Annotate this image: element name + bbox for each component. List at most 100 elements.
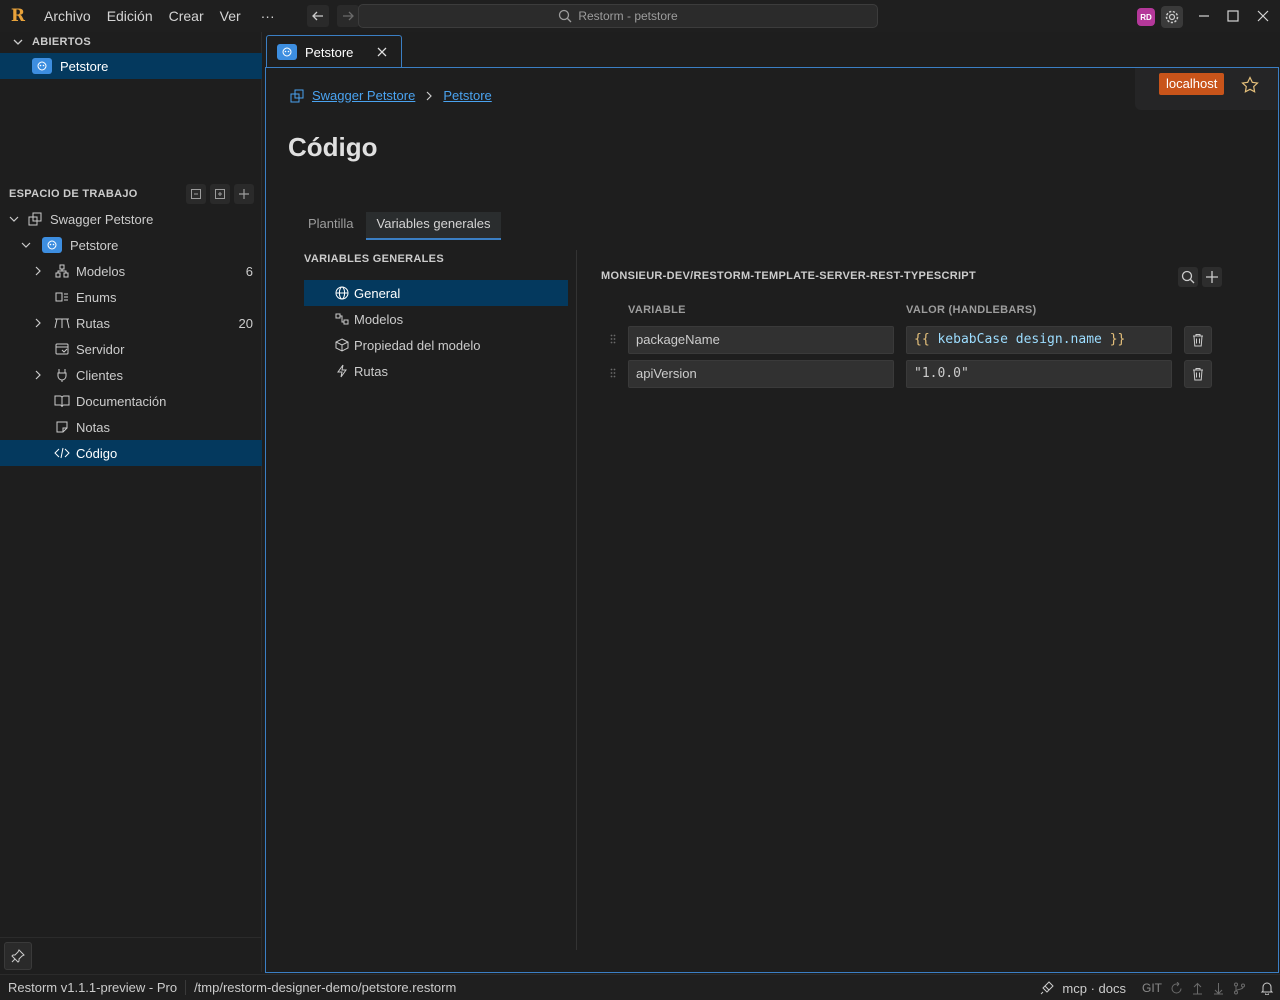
tree-item-rutas[interactable]: Rutas 20 [0,310,262,336]
drag-handle-icon[interactable] [610,368,616,378]
menu-ver[interactable]: Ver [212,0,249,32]
workspace-title: ESPACIO DE TRABAJO [9,188,138,200]
tree-label: Rutas [76,315,110,331]
environment-panel: localhost [1135,68,1278,110]
status-mcp-docs[interactable]: mcp · docs [1062,981,1126,996]
status-version: Restorm v1.1.1-preview - Pro [0,980,187,995]
collapse-all-icon [191,189,201,199]
environment-badge[interactable]: localhost [1159,73,1225,95]
variable-group-rutas[interactable]: Rutas [304,358,568,384]
add-variable-button[interactable] [1202,267,1222,287]
menu-edicion[interactable]: Edición [99,0,161,32]
variable-row: apiVersion "1.0.0" [600,360,1220,388]
menu-archivo[interactable]: Archivo [36,0,99,32]
command-search-box[interactable]: Restorm - petstore [358,4,878,28]
tree-label: Servidor [76,341,125,357]
favorite-button[interactable] [1241,76,1259,94]
variables-list-title: VARIABLES GENERALES [304,253,444,265]
tree-item-modelos[interactable]: Modelos 6 [0,258,262,284]
tree-item-clientes[interactable]: Clientes [0,362,262,388]
variable-value-input[interactable]: "1.0.0" [906,360,1172,388]
tree-item-documentacion[interactable]: Documentación [0,388,262,414]
delete-variable-button[interactable] [1184,326,1212,354]
tree-label: Documentación [76,393,167,409]
variable-group-label: Modelos [354,311,404,327]
column-header-variable: VARIABLE [628,304,686,316]
chevron-down-icon [13,39,23,45]
close-window-button[interactable] [1253,6,1273,26]
workspace-icon [28,211,44,227]
tree-item-petstore[interactable]: Petstore [0,232,262,258]
collapse-all-button[interactable] [186,184,206,204]
open-editors-header[interactable]: ABIERTOS [0,32,262,52]
tree-item-notas[interactable]: Notas [0,414,262,440]
menu-more-button[interactable]: ··· [253,0,283,32]
trash-icon [1193,368,1203,381]
chevron-right-icon [426,91,433,100]
tab-plantilla[interactable]: Plantilla [300,212,362,240]
close-icon [377,47,387,57]
panel-splitter[interactable] [576,250,577,950]
bell-icon[interactable] [1260,981,1274,995]
breadcrumb-swagger-petstore[interactable]: Swagger Petstore [312,88,415,103]
tree-item-servidor[interactable]: Servidor [0,336,262,362]
petstore-icon [277,44,297,60]
search-text: Restorm - petstore [578,9,678,23]
editor-main: localhost Swagger Petstore Petstore Códi… [265,67,1279,973]
git-pull-icon[interactable] [1212,982,1225,995]
add-workspace-item-button[interactable] [234,184,254,204]
app-logo: R [0,0,36,32]
tree-item-codigo[interactable]: Código [0,440,262,466]
variable-group-general[interactable]: General [304,280,568,306]
petstore-icon [32,58,52,74]
code-icon [54,445,70,461]
pin-button[interactable] [4,942,32,970]
server-icon [54,341,70,357]
variable-group-label: General [354,285,401,301]
tab-petstore[interactable]: Petstore [266,35,402,68]
tree-item-enums[interactable]: Enums [0,284,262,310]
variable-name-input[interactable]: apiVersion [628,360,894,388]
delete-variable-button[interactable] [1184,360,1212,388]
tab-variables-generales[interactable]: Variables generales [365,212,502,240]
variable-group-modelos[interactable]: Modelos [304,306,568,332]
plug-icon [1041,981,1055,995]
editor-tabbar: Petstore [266,32,1280,68]
expand-all-button[interactable] [210,184,230,204]
avatar[interactable]: RD [1137,8,1155,26]
refresh-icon[interactable] [1170,981,1183,995]
search-variables-button[interactable] [1178,267,1198,287]
models-icon [54,263,70,279]
nav-forward-button[interactable] [336,5,359,27]
trash-icon [1193,334,1203,347]
status-file-path[interactable]: /tmp/restorm-designer-demo/petstore.rest… [186,980,464,995]
sidebar: ABIERTOS Petstore ESPACIO DE TRABAJO Swa… [0,32,262,972]
maximize-button[interactable] [1223,6,1243,26]
breadcrumb-petstore[interactable]: Petstore [443,88,491,103]
git-branch-icon[interactable] [1233,982,1246,995]
plus-icon [239,189,249,199]
tree-item-swagger-petstore[interactable]: Swagger Petstore [0,206,262,232]
documentation-icon [54,393,70,409]
git-push-icon[interactable] [1191,982,1204,995]
lightning-icon [334,363,350,379]
sidebar-divider [0,937,262,938]
tab-close-button[interactable] [375,45,389,59]
tree-label: Notas [76,419,110,435]
open-editor-label: Petstore [60,58,109,74]
variable-value-input[interactable]: {{ kebabCase design.name }} [906,326,1172,354]
pin-icon [11,949,25,963]
tree-count: 20 [238,315,253,331]
tree-label: Código [76,445,118,461]
variable-group-propiedad-del-modelo[interactable]: Propiedad del modelo [304,332,568,358]
variable-name-input[interactable]: packageName [628,326,894,354]
open-editor-petstore[interactable]: Petstore [0,53,262,79]
star-icon [1241,76,1259,93]
settings-button[interactable] [1161,6,1183,28]
menu-crear[interactable]: Crear [161,0,212,32]
tree-label: Enums [76,289,117,305]
tree-label: Clientes [76,367,123,383]
drag-handle-icon[interactable] [610,334,616,344]
nav-back-button[interactable] [306,5,329,27]
minimize-button[interactable] [1194,6,1214,26]
